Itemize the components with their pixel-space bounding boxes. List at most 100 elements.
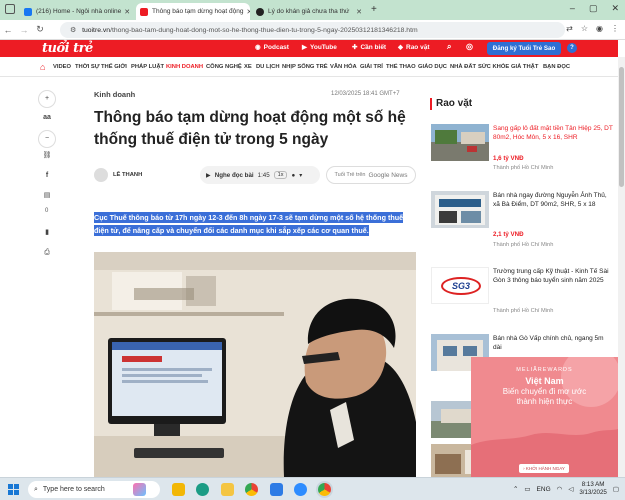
windows-start-icon[interactable]	[8, 484, 19, 495]
nav-phap-luat[interactable]: PHÁP LUẬT	[131, 64, 164, 70]
chrome-active-icon[interactable]	[318, 483, 331, 496]
tab-facebook-home[interactable]: (216) Home - Ngôi nhà online ✕	[20, 3, 134, 20]
classified-item[interactable]: Bán nhà Gò Vấp chính chủ, ngang 5m dài	[431, 334, 616, 371]
font-size-icon[interactable]: aa	[38, 110, 56, 128]
classified-title[interactable]: Trường trung cấp Kỹ thuật - Kinh Tế Sài …	[493, 267, 613, 285]
network-icon[interactable]: ▭	[524, 485, 530, 493]
play-icon[interactable]: ▶	[206, 172, 211, 179]
reload-icon[interactable]: ↻	[32, 24, 48, 35]
sidebar-title[interactable]: Rao vặt	[430, 98, 472, 110]
minimize-icon[interactable]: –	[570, 3, 575, 14]
nav-video[interactable]: VIDEO	[53, 64, 71, 70]
podcast-link[interactable]: ◉ Podcast	[255, 43, 289, 52]
print-icon[interactable]: ⎙	[38, 245, 56, 263]
classified-thumb[interactable]: SG3	[431, 267, 489, 304]
tab-article[interactable]: Thông báo tạm dừng hoạt động ✕	[136, 3, 250, 20]
nav-xe[interactable]: XE	[244, 64, 252, 70]
chevron-down-icon[interactable]: ▾	[299, 172, 302, 179]
rao-vat-link[interactable]: ◆ Rao vặt	[398, 43, 429, 52]
zoom-out-icon[interactable]: −	[38, 130, 56, 148]
nav-the-gioi[interactable]: THẾ GIỚI	[101, 64, 127, 70]
zoom-in-icon[interactable]: +	[38, 90, 56, 108]
nav-kinh-doanh[interactable]: KINH DOANH	[166, 64, 203, 70]
help-icon[interactable]: ?	[567, 43, 577, 53]
maximize-icon[interactable]: ▢	[589, 3, 598, 14]
home-icon[interactable]: ⌂	[40, 62, 45, 72]
notification-icon[interactable]: ▢	[613, 485, 619, 493]
subscribe-button[interactable]: Đăng ký Tuổi Trẻ Sao	[487, 42, 561, 55]
search-icon[interactable]: ⌕	[447, 42, 451, 52]
classified-item[interactable]: Bán nhà ngay đường Nguyễn Ảnh Thủ, xã Bà…	[431, 191, 616, 251]
bookmark-star-icon[interactable]: ☆	[581, 24, 588, 33]
save-bookmark-icon[interactable]: ▮	[38, 225, 56, 243]
edge-icon[interactable]	[196, 483, 209, 496]
classified-item[interactable]: SG3 Trường trung cấp Kỹ thuật - Kinh Tế …	[431, 267, 616, 322]
user-icon[interactable]: ◎	[466, 42, 473, 51]
mic-icon[interactable]: ●	[291, 172, 295, 179]
back-icon[interactable]: ←	[0, 25, 16, 35]
classified-location: Thành phố Hồ Chí Minh	[493, 242, 554, 248]
chrome-icon[interactable]	[245, 483, 258, 496]
language-indicator[interactable]: ENG	[537, 486, 551, 493]
article-section[interactable]: Kinh doanh	[94, 90, 135, 99]
classified-title[interactable]: Sang gấp lô đất mặt tiền Tân Hiệp 25, DT…	[493, 124, 613, 142]
nav-ban-doc[interactable]: BẠN ĐỌC	[543, 64, 570, 70]
close-icon[interactable]: ✕	[353, 8, 362, 16]
comment-icon[interactable]: ▤	[38, 188, 56, 206]
podcast-label: Podcast	[263, 43, 289, 51]
house-photo	[431, 191, 489, 228]
advertisement[interactable]: ✕ MELIÃREWARDS Việt Nam Biến chuyển đi m…	[471, 357, 618, 477]
youtube-link[interactable]: ▶ YouTube	[302, 43, 337, 52]
ad-line-3: thành hiện thực	[516, 397, 573, 406]
classified-item[interactable]: Sang gấp lô đất mặt tiền Tân Hiệp 25, DT…	[431, 124, 616, 184]
file-explorer-icon[interactable]	[221, 483, 234, 496]
classified-title[interactable]: Bán nhà Gò Vấp chính chủ, ngang 5m dài	[493, 334, 613, 352]
author-name[interactable]: LÊ THANH	[113, 172, 142, 178]
nav-suc-khoe[interactable]: SỨC KHỎE	[478, 64, 509, 70]
new-tab-button[interactable]: +	[371, 4, 377, 15]
profile-icon[interactable]: ◉	[596, 24, 603, 33]
listen-player[interactable]: ▶ Nghe đọc bài 1:45 1x ● ▾	[200, 166, 320, 184]
close-icon[interactable]: ✕	[121, 8, 130, 16]
site-info-icon[interactable]: ⚙	[70, 26, 76, 34]
clock[interactable]: 8:13 AM 3/13/2025	[579, 481, 607, 497]
google-news-button[interactable]: Tuổi Trẻ trên Google News	[326, 166, 416, 184]
page-scrollbar[interactable]	[618, 57, 625, 477]
nav-nhip-song-tre[interactable]: NHỊP SỐNG TRẺ	[282, 64, 328, 70]
copy-link-icon[interactable]: ⛓	[38, 148, 56, 166]
url-field[interactable]: ⚙ tuoitre.vn/thong-bao-tam-dung-hoat-don…	[60, 22, 565, 38]
tab-other[interactable]: Lý do khán giả chưa tha thứ ✕	[252, 3, 366, 20]
nav-du-lich[interactable]: DU LỊCH	[256, 64, 280, 70]
nav-giai-tri[interactable]: GIẢI TRÍ	[360, 64, 383, 70]
can-biet-link[interactable]: ✚ Cần biết	[352, 43, 386, 52]
scrollbar-thumb[interactable]	[619, 67, 624, 187]
facebook-share-icon[interactable]: f	[38, 168, 56, 186]
close-window-icon[interactable]: ✕	[611, 3, 619, 14]
article-photo[interactable]	[94, 252, 416, 477]
nav-gia-that[interactable]: GIẢ THẬT	[511, 64, 538, 70]
widgets-icon[interactable]	[172, 483, 185, 496]
tab-search-icon[interactable]	[5, 4, 15, 14]
speed-select[interactable]: 1x	[273, 171, 288, 179]
wifi-icon[interactable]: ◠	[557, 485, 563, 493]
mail-icon[interactable]	[270, 483, 283, 496]
forward-icon[interactable]: →	[16, 25, 32, 35]
nav-the-thao[interactable]: THỂ THAO	[386, 64, 416, 70]
volume-icon[interactable]: ◁	[568, 485, 573, 493]
translate-icon[interactable]: ⇄	[566, 24, 573, 33]
nav-thoi-su[interactable]: THỜI SỰ	[75, 64, 100, 70]
nav-cong-nghe[interactable]: CÔNG NGHỆ	[206, 64, 242, 70]
close-icon[interactable]: ✕	[243, 8, 250, 16]
nav-van-hoa[interactable]: VĂN HÓA	[330, 64, 357, 70]
menu-icon[interactable]: ⋮	[611, 24, 619, 33]
copilot-icon[interactable]	[133, 483, 146, 496]
classified-thumb[interactable]	[431, 191, 489, 228]
site-logo[interactable]: tuổi trẻ	[42, 40, 93, 57]
classified-thumb[interactable]	[431, 124, 489, 161]
ad-cta-button[interactable]: › KHỞI HÀNH NGAY	[519, 464, 569, 473]
classified-title[interactable]: Bán nhà ngay đường Nguyễn Ảnh Thủ, xã Bà…	[493, 191, 613, 209]
nav-nha-dat[interactable]: NHÀ ĐẤT	[450, 64, 476, 70]
nav-giao-duc[interactable]: GIÁO DỤC	[418, 64, 447, 70]
tray-chevron-icon[interactable]: ⌃	[513, 485, 518, 493]
zoom-icon[interactable]	[294, 483, 307, 496]
